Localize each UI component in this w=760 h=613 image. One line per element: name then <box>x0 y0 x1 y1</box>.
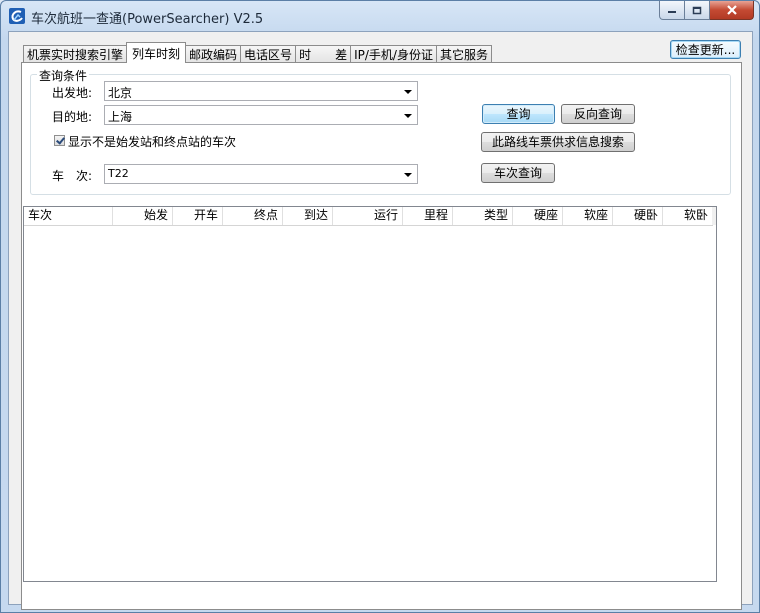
col-distance[interactable]: 里程 <box>403 207 453 225</box>
destination-label: 目的地: <box>52 110 93 124</box>
maximize-icon <box>692 6 702 14</box>
departure-value: 北京 <box>108 86 133 100</box>
col-duration[interactable]: 运行 <box>333 207 403 225</box>
tab-train-schedule[interactable]: 列车时刻 <box>126 42 187 63</box>
header-scroll-edge <box>712 207 716 225</box>
caption-buttons <box>659 1 754 21</box>
col-soft-sleeper[interactable]: 软卧 <box>663 207 713 225</box>
col-hard-sleeper[interactable]: 硬卧 <box>613 207 663 225</box>
close-button[interactable] <box>710 1 754 20</box>
col-hard-seat[interactable]: 硬座 <box>513 207 563 225</box>
col-departure-time[interactable]: 开车 <box>173 207 223 225</box>
col-origin[interactable]: 始发 <box>113 207 173 225</box>
chevron-down-icon[interactable] <box>404 114 412 118</box>
query-conditions-group: 查询条件 出发地: 北京 目的地: 上海 显示不是始发站和终点站的车次 车 次:… <box>30 67 731 195</box>
window-title: 车次航班一查通(PowerSearcher) V2.5 <box>31 12 264 27</box>
maximize-button[interactable] <box>685 1 710 20</box>
train-schedule-panel: 查询条件 出发地: 北京 目的地: 上海 显示不是始发站和终点站的车次 车 次:… <box>21 62 742 610</box>
destination-value: 上海 <box>108 110 133 124</box>
tab-postal-code[interactable]: 邮政编码 <box>185 45 242 63</box>
tab-strip: 机票实时搜索引擎 列车时刻 邮政编码 电话区号 时 差 IP/手机/身份证 其它… <box>23 42 492 63</box>
col-arrival-time[interactable]: 到达 <box>283 207 333 225</box>
search-button[interactable]: 查询 <box>482 104 555 124</box>
train-number-combo[interactable]: T22 <box>104 164 418 184</box>
col-terminal[interactable]: 终点 <box>223 207 283 225</box>
train-number-label: 车 次: <box>52 169 93 183</box>
reverse-search-button[interactable]: 反向查询 <box>561 104 635 124</box>
tab-other-services[interactable]: 其它服务 <box>435 45 492 63</box>
close-icon <box>726 5 737 15</box>
minimize-button[interactable] <box>659 1 685 20</box>
minimize-icon <box>668 11 676 13</box>
table-header: 车次 始发 开车 终点 到达 运行 里程 类型 硬座 软座 硬卧 软卧 <box>24 207 713 226</box>
col-soft-seat[interactable]: 软座 <box>563 207 613 225</box>
app-logo-icon <box>9 8 25 24</box>
col-type[interactable]: 类型 <box>453 207 513 225</box>
client-area: 机票实时搜索引擎 列车时刻 邮政编码 电话区号 时 差 IP/手机/身份证 其它… <box>8 31 753 610</box>
ticket-info-search-button[interactable]: 此路线车票供求信息搜索 <box>481 132 635 152</box>
tab-area-code[interactable]: 电话区号 <box>240 45 297 63</box>
tab-ip-phone-id[interactable]: IP/手机/身份证 <box>350 45 437 63</box>
destination-combo[interactable]: 上海 <box>104 105 418 125</box>
chevron-down-icon[interactable] <box>404 173 412 177</box>
train-number-search-button[interactable]: 车次查询 <box>481 163 555 183</box>
tab-flight-search[interactable]: 机票实时搜索引擎 <box>23 45 128 63</box>
results-table[interactable]: 车次 始发 开车 终点 到达 运行 里程 类型 硬座 软座 硬卧 软卧 <box>23 206 717 582</box>
app-window: 车次航班一查通(PowerSearcher) V2.5 机票实时搜索引擎 列车时… <box>0 0 760 613</box>
tab-time-difference[interactable]: 时 差 <box>295 45 352 63</box>
departure-label: 出发地: <box>52 86 93 100</box>
title-bar[interactable]: 车次航班一查通(PowerSearcher) V2.5 <box>1 1 759 31</box>
show-nonterminal-label[interactable]: 显示不是始发站和终点站的车次 <box>68 133 236 150</box>
chevron-down-icon[interactable] <box>404 90 412 94</box>
departure-combo[interactable]: 北京 <box>104 81 418 101</box>
group-title: 查询条件 <box>37 67 90 84</box>
train-number-value: T22 <box>108 167 129 180</box>
check-update-button[interactable]: 检查更新... <box>670 40 741 59</box>
show-nonterminal-checkbox[interactable] <box>54 135 65 146</box>
col-train-number[interactable]: 车次 <box>24 207 113 225</box>
